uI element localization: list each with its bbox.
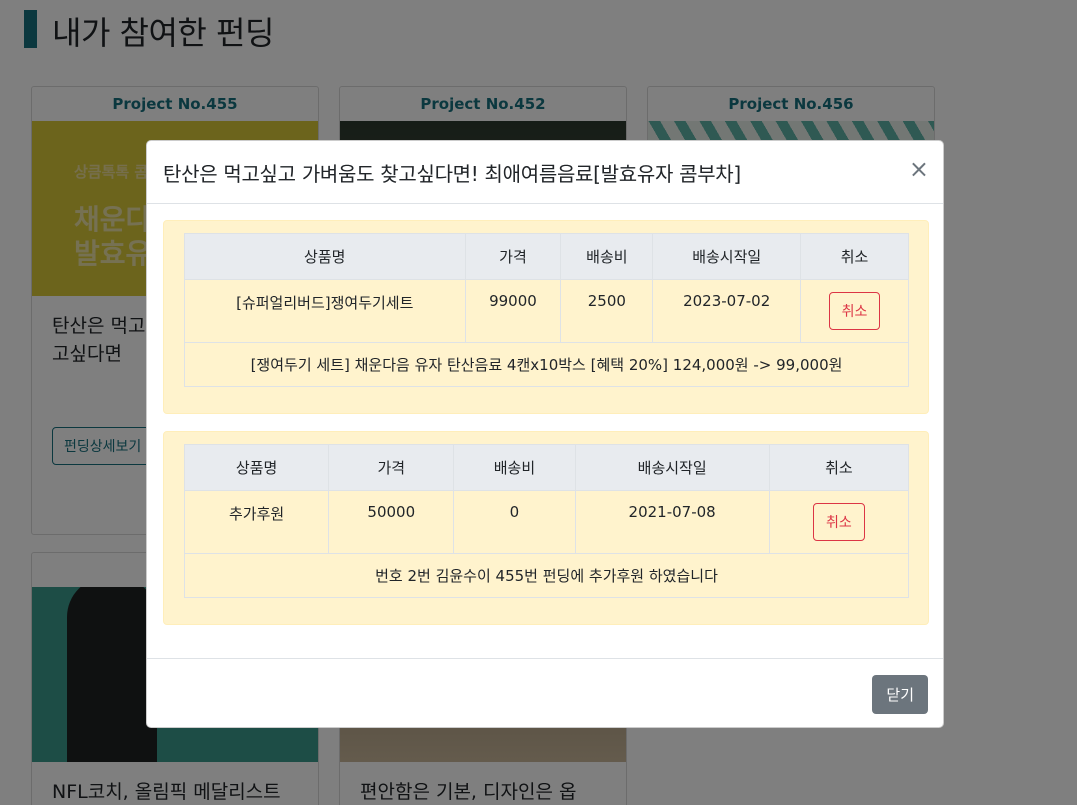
table-row: [슈퍼얼리버드]쟁여두기세트 99000 2500 2023-07-02 취소 — [184, 279, 909, 343]
column-header: 가격 — [328, 444, 455, 491]
column-header: 배송비 — [560, 233, 654, 280]
close-icon[interactable]: × — [909, 157, 929, 181]
column-header: 배송비 — [453, 444, 576, 491]
column-header: 가격 — [464, 233, 562, 280]
modal-header: 탄산은 먹고싶고 가벼움도 찾고싶다면! 최애여름음료[발효유자 콤부차] × — [147, 141, 943, 204]
funding-detail-modal: 탄산은 먹고싶고 가벼움도 찾고싶다면! 최애여름음료[발효유자 콤부차] × … — [146, 140, 944, 728]
ship-date: 2023-07-02 — [652, 279, 802, 343]
column-header: 배송시작일 — [574, 444, 770, 491]
cancel-cell: 취소 — [800, 279, 909, 343]
modal-title: 탄산은 먹고싶고 가벼움도 찾고싶다면! 최애여름음료[발효유자 콤부차] — [163, 162, 741, 186]
product-name: 추가후원 — [183, 490, 330, 554]
table-row: 추가후원 50000 0 2021-07-08 취소 — [183, 490, 910, 554]
column-header: 상품명 — [183, 444, 330, 491]
order-table: 상품명 가격 배송비 배송시작일 취소 [슈퍼얼리버드]쟁여두기세트 99000… — [184, 233, 909, 387]
order-panel: 상품명 가격 배송비 배송시작일 취소 [슈퍼얼리버드]쟁여두기세트 99000… — [163, 220, 929, 414]
order-panel: 상품명 가격 배송비 배송시작일 취소 추가후원 50000 0 2021-07… — [163, 431, 929, 625]
modal-footer: 닫기 — [147, 658, 943, 728]
shipping-fee: 2500 — [560, 279, 654, 343]
ship-date: 2021-07-08 — [574, 490, 770, 554]
price: 99000 — [464, 279, 562, 343]
table-row: [쟁여두기 세트] 채운다음 유자 탄산음료 4캔x10박스 [혜택 20%] … — [184, 342, 909, 387]
order-table: 상품명 가격 배송비 배송시작일 취소 추가후원 50000 0 2021-07… — [183, 444, 910, 598]
cancel-button[interactable]: 취소 — [828, 292, 881, 330]
table-row: 번호 2번 김윤수이 455번 펀딩에 추가후원 하였습니다 — [184, 553, 909, 598]
cancel-button[interactable]: 취소 — [813, 503, 865, 541]
column-header: 취소 — [800, 233, 909, 280]
close-button[interactable]: 닫기 — [872, 675, 928, 714]
cancel-cell: 취소 — [768, 490, 910, 554]
product-name: [슈퍼얼리버드]쟁여두기세트 — [184, 279, 466, 343]
column-header: 취소 — [768, 444, 910, 491]
price: 50000 — [328, 490, 455, 554]
column-header: 배송시작일 — [652, 233, 802, 280]
shipping-fee: 0 — [453, 490, 576, 554]
order-description: 번호 2번 김윤수이 455번 펀딩에 추가후원 하였습니다 — [184, 553, 909, 598]
order-description: [쟁여두기 세트] 채운다음 유자 탄산음료 4캔x10박스 [혜택 20%] … — [184, 342, 909, 387]
column-header: 상품명 — [184, 233, 466, 280]
